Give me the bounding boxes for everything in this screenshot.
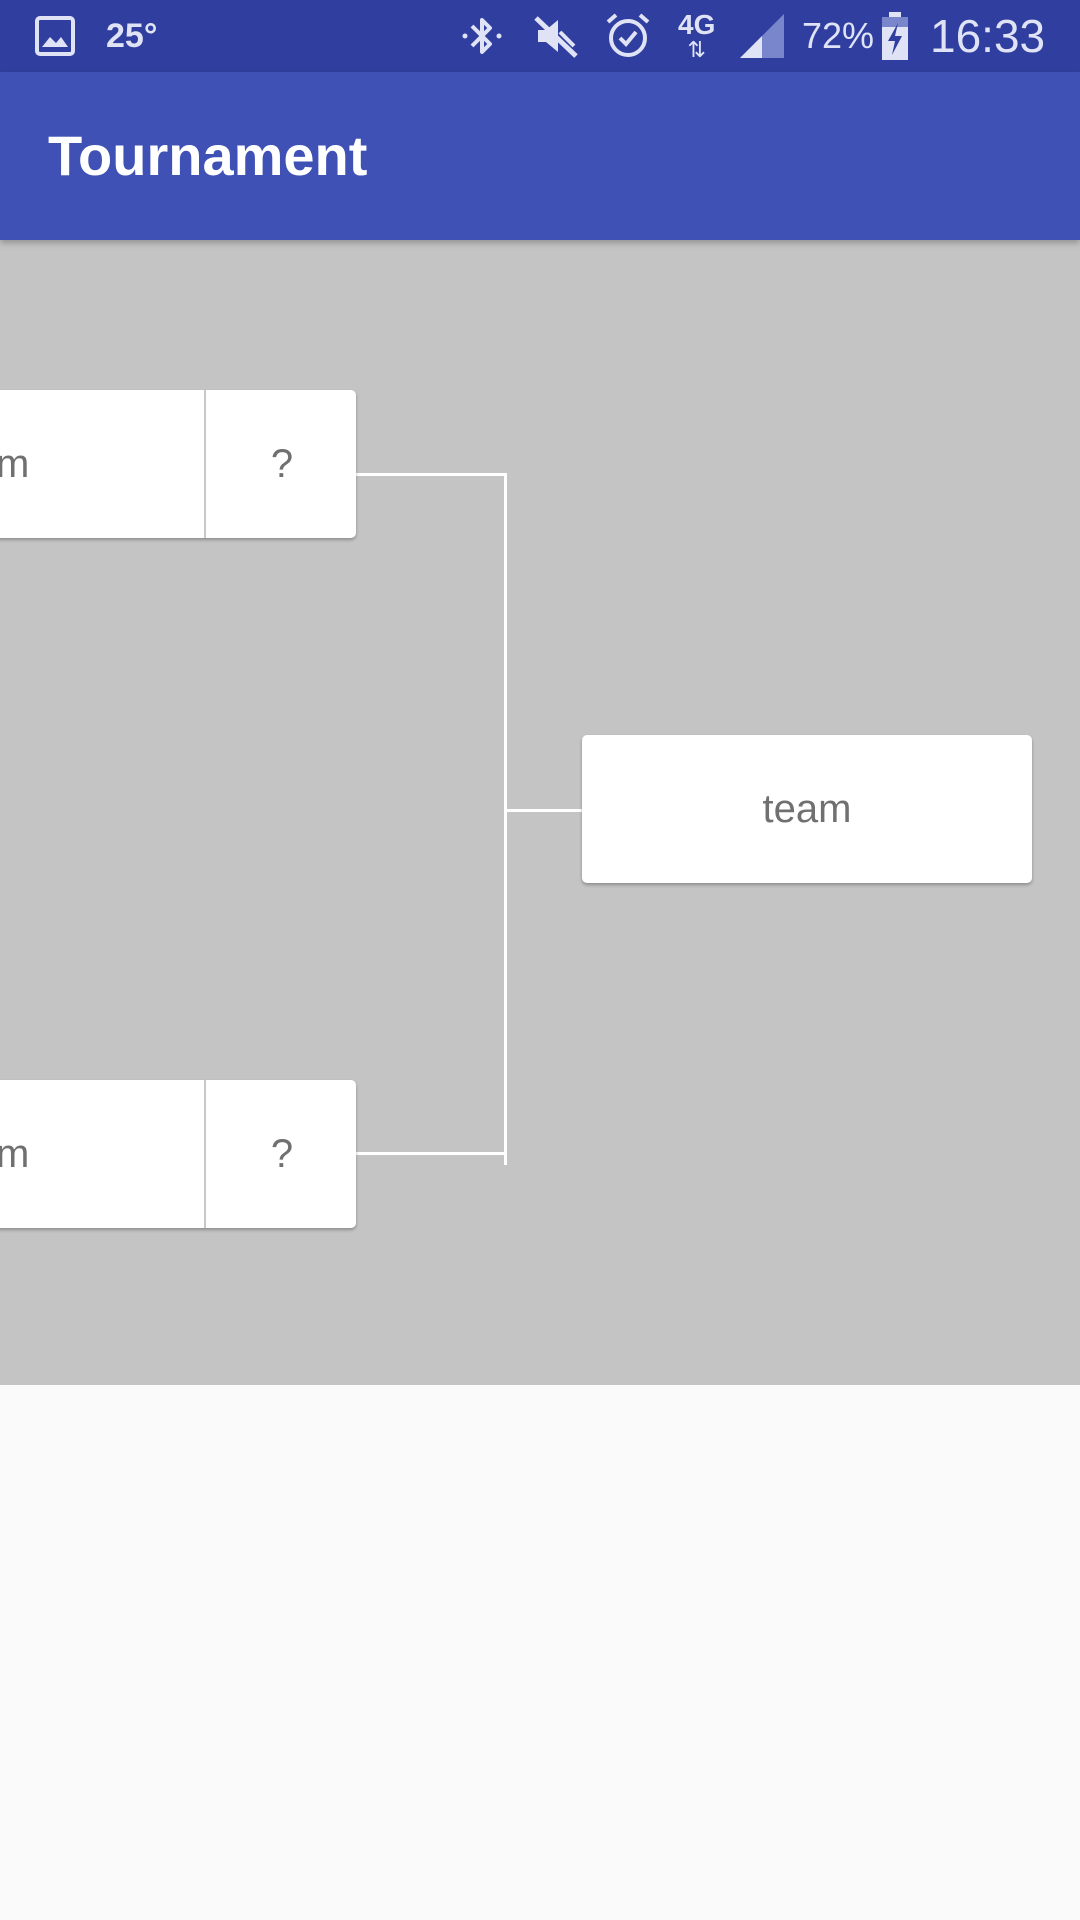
empty-content-area bbox=[0, 1385, 1080, 1920]
battery-percent-text: 72% bbox=[802, 15, 875, 56]
page-title: Tournament bbox=[48, 124, 368, 187]
team-score[interactable]: ? bbox=[204, 1080, 358, 1228]
winner-card[interactable]: team bbox=[582, 735, 1032, 883]
app-bar: Tournament bbox=[0, 72, 1080, 240]
status-bar: 25° 4G ⇅ 72% 16:33 bbox=[0, 0, 1080, 72]
bracket-connector-bottom bbox=[356, 1152, 506, 1155]
signal-icon bbox=[736, 0, 788, 72]
team-name[interactable]: m bbox=[0, 1080, 196, 1228]
team-name[interactable]: m bbox=[0, 390, 196, 538]
gallery-icon bbox=[34, 0, 76, 72]
data-arrows-icon: 4G ⇅ bbox=[678, 9, 716, 62]
bracket-connector-vertical bbox=[504, 473, 507, 1165]
match-card-bottom[interactable]: m ? bbox=[0, 1080, 356, 1228]
battery-charging-icon bbox=[880, 0, 910, 72]
match-card-top[interactable]: m ? bbox=[0, 390, 356, 538]
team-score[interactable]: ? bbox=[204, 390, 358, 538]
clock-text: 16:33 bbox=[930, 10, 1046, 62]
bluetooth-icon bbox=[456, 0, 508, 72]
mute-icon bbox=[530, 0, 582, 72]
temperature-text: 25° bbox=[106, 16, 158, 55]
bracket-view[interactable]: m ? m ? team bbox=[0, 240, 1080, 1385]
bracket-connector-middle bbox=[504, 809, 584, 812]
winner-team-name[interactable]: team bbox=[582, 735, 1032, 883]
alarm-icon bbox=[602, 0, 654, 72]
network-type-text: 4G bbox=[678, 9, 716, 40]
bracket-connector-top bbox=[356, 473, 506, 476]
